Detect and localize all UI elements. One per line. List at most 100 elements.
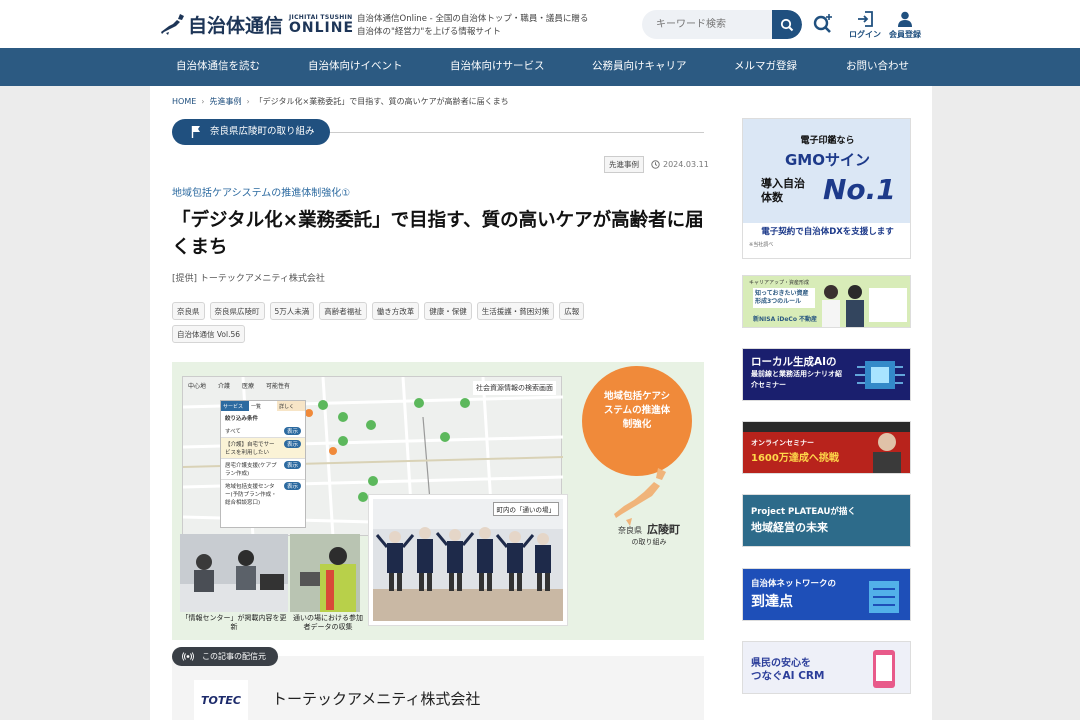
ad-ai-sub: 最前線と業務活用シナリオ紹介セミナー xyxy=(751,370,842,389)
register-link[interactable]: 会員登録 xyxy=(885,11,925,40)
theme-circle-text: 地域包括ケアシステムの推進体制強化 xyxy=(603,391,671,430)
filter-tab[interactable]: 詳しく xyxy=(277,401,305,411)
logo-sub-bottom: ONLINE xyxy=(289,19,355,36)
article-title: 「デジタル化×業務委託」で目指す、質の高いケアが高齢者に届くまち xyxy=(172,210,704,258)
chevron-right-icon: › xyxy=(201,97,205,106)
series-link[interactable]: 地域包括ケアシステムの推進体制強化① xyxy=(172,184,350,199)
ad-asset-small: キャリアアップ・資産形成 xyxy=(749,280,810,286)
ad-seminar-sub: オンラインセミナー xyxy=(751,439,814,447)
place-sub: の取り組み xyxy=(631,538,667,546)
ad-banner-crm[interactable]: 県民の安心を つなぐAI CRM xyxy=(742,641,911,694)
ad-seminar-main: 1600万達成へ挑戦 xyxy=(751,453,839,464)
place-label: 奈良県 広陵町 の取り組み xyxy=(594,518,704,547)
main-nav: 自治体通信を読む 自治体向けイベント 自治体向けサービス 公務員向けキャリア メ… xyxy=(0,48,1080,86)
ad-crm-sub: つなぐAI CRM xyxy=(751,670,825,682)
ad-banner-seminar[interactable]: オンラインセミナー 1600万達成へ挑戦 xyxy=(742,421,911,474)
photo-exercise-frame: 町内の「通いの場」 xyxy=(368,494,568,626)
tag[interactable]: 奈良県 xyxy=(172,302,205,320)
tag[interactable]: 働き方改革 xyxy=(371,302,420,320)
ad-gmo-brand: GMOサイン xyxy=(785,151,870,169)
breadcrumb-category[interactable]: 先進事例 xyxy=(209,97,241,106)
filter-row[interactable]: 居宅介護支援(ケアプラン作成) 表示 xyxy=(221,459,305,480)
site-header: 自治体通信 JICHITAI TSUSHIN ONLINE 自治体通信Onlin… xyxy=(0,0,1080,48)
tag-list: 奈良県 奈良県広陵町 5万人未満 高齢者福祉 働き方改革 健康・保健 生活援護・… xyxy=(172,302,622,343)
toggle-switch[interactable]: 表示 xyxy=(283,482,301,490)
ad-crm-main: 県民の安心を xyxy=(751,658,811,669)
breadcrumb-current: 「デジタル化×業務委託」で目指す、質の高いケアが高齢者に届くまち xyxy=(254,97,509,106)
tag[interactable]: 奈良県広陵町 xyxy=(209,302,265,320)
filter-row[interactable]: 【介護】自宅でサービスを利用したい 表示 xyxy=(221,438,305,459)
ad-banner-network[interactable]: 自治体ネットワークの 到達点 xyxy=(742,568,911,621)
logo-wordmark: 自治体通信 xyxy=(188,14,284,37)
photo-caption-1: 「情報センター」が掲載内容を更新 xyxy=(181,614,287,631)
register-label: 会員登録 xyxy=(889,30,921,39)
filter-row-label: 居宅介護支援(ケアプラン作成) xyxy=(225,463,277,477)
filter-row[interactable]: 地域包括支援センター(予防プラン作成・総合相談窓口) 表示 xyxy=(221,480,305,508)
provided-by: [提供] トーテックアメニティ株式会社 xyxy=(172,274,325,284)
ad-gmo-bottom: 電子契約で自治体DXを支援します xyxy=(743,223,910,237)
photo-data-collection xyxy=(290,534,360,612)
ad-ai-main: ローカル生成AIの xyxy=(751,356,837,368)
search-box xyxy=(642,10,802,39)
toggle-switch[interactable]: 表示 xyxy=(283,440,301,448)
ad-asset-people xyxy=(822,285,864,327)
chevron-right-icon: › xyxy=(246,97,250,106)
region-label: 奈良県広陵町の取り組み xyxy=(210,126,315,137)
login-icon xyxy=(858,11,873,27)
clock-icon xyxy=(651,160,660,169)
tag[interactable]: 自治体通信 Vol.56 xyxy=(172,325,246,343)
region-tab[interactable]: 奈良県広陵町の取り組み xyxy=(172,119,330,145)
category-badge[interactable]: 先進事例 xyxy=(604,156,644,173)
company-logo[interactable]: TOTEC xyxy=(194,680,248,720)
tag[interactable]: 健康・保健 xyxy=(424,302,472,320)
ad-gmo-small: 電子印鑑なら xyxy=(800,136,855,146)
toggle-switch[interactable]: 表示 xyxy=(283,461,301,469)
filter-row[interactable]: すべて 表示 xyxy=(221,425,305,438)
ad-network-sub: 到達点 xyxy=(751,594,793,610)
logo-subtitle: JICHITAI TSUSHIN ONLINE xyxy=(289,14,354,35)
place-town: 広陵町 xyxy=(647,523,681,536)
filter-tab[interactable]: サービス xyxy=(221,401,249,411)
ad-gmo-line: 導入自治体数 xyxy=(761,177,805,204)
filter-tab[interactable]: 一覧 xyxy=(249,401,277,411)
article-meta: 先進事例 2024.03.11 xyxy=(604,156,709,173)
nav-item-read[interactable]: 自治体通信を読む xyxy=(176,48,260,86)
seniors-exercising-illustration xyxy=(373,499,563,621)
breadcrumb-home[interactable]: HOME xyxy=(172,97,196,106)
ad-gmo-note: ※当社調べ xyxy=(749,242,774,248)
nav-item-events[interactable]: 自治体向けイベント xyxy=(308,48,403,86)
japan-map-icon xyxy=(161,14,184,35)
tag[interactable]: 広報 xyxy=(559,302,585,320)
company-name[interactable]: トーテックアメニティ株式会社 xyxy=(272,688,480,709)
login-link[interactable]: ログイン xyxy=(845,11,885,40)
broadcast-icon xyxy=(182,652,194,661)
filter-row-label: すべて xyxy=(225,429,241,435)
ad-banner-asset[interactable]: キャリアアップ・資産形成 知っておきたい資産形成3つのルール 新NISA iDe… xyxy=(742,275,911,328)
toggle-switch[interactable]: 表示 xyxy=(283,427,301,435)
ad-banner-ai[interactable]: ローカル生成AIの 最前線と業務活用シナリオ紹介セミナー xyxy=(742,348,911,401)
photo-exercise-caption: 町内の「通いの場」 xyxy=(492,502,559,516)
filter-tabs: サービス 一覧 詳しく xyxy=(221,401,305,411)
site-tagline: 自治体通信Online - 全国の自治体トップ・職員・議員に贈る 自治体の"経営… xyxy=(357,13,588,39)
nav-item-newsletter[interactable]: メルマガ登録 xyxy=(734,48,797,86)
ai-chip-icon xyxy=(855,361,905,389)
ad-asset-sub: 新NISA iDeCo 不動産 xyxy=(753,316,818,323)
site-logo[interactable]: 自治体通信 JICHITAI TSUSHIN ONLINE xyxy=(160,11,354,37)
search-input[interactable] xyxy=(642,10,773,39)
nav-item-contact[interactable]: お問い合わせ xyxy=(846,48,909,86)
filter-panel: サービス 一覧 詳しく 絞り込み条件 すべて 表示 【介護】自宅でサービスを利用し… xyxy=(220,400,306,528)
nav-item-services[interactable]: 自治体向けサービス xyxy=(450,48,545,86)
advanced-search-icon[interactable] xyxy=(811,10,835,36)
search-button[interactable] xyxy=(772,10,802,39)
tag[interactable]: 生活援護・貧困対策 xyxy=(476,302,555,320)
ad-banner-gmo[interactable]: 電子印鑑なら GMOサイン 導入自治体数 No.1 電子契約で自治体DXを支援し… xyxy=(742,118,911,259)
staff-with-tablet-illustration xyxy=(300,547,356,612)
ad-banner-plateau[interactable]: Project PLATEAUが描く 地域経営の未来 xyxy=(742,494,911,547)
tag[interactable]: 高齢者福祉 xyxy=(319,302,367,320)
office-workers-illustration xyxy=(180,550,288,612)
tag[interactable]: 5万人未満 xyxy=(269,302,315,320)
ad-seminar-person xyxy=(873,433,901,473)
ad-plateau-sub: 地域経営の未来 xyxy=(751,521,828,534)
nav-item-career[interactable]: 公務員向けキャリア xyxy=(592,48,687,86)
company-logo-text: TOTEC xyxy=(201,693,241,707)
